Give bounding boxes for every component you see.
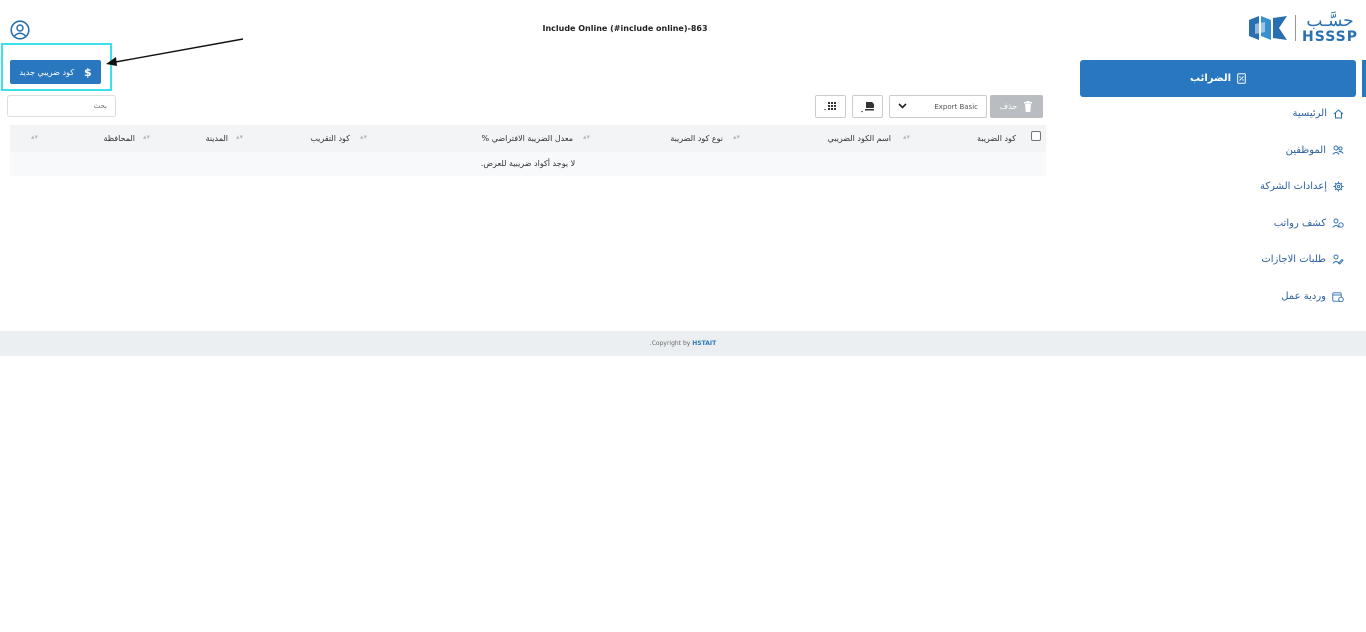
new-tax-code-label: كود ضريبي جديد: [19, 67, 75, 77]
sidebar-item-work-shift[interactable]: وردية عمل: [1281, 291, 1344, 302]
column-header-tax-code-type[interactable]: نوع كود الضريبة: [670, 134, 723, 143]
footer-brand-link[interactable]: HSTAIT: [692, 340, 716, 347]
payroll-icon: [1332, 218, 1344, 228]
column-header-tax-code[interactable]: كود الضريبة: [977, 134, 1016, 143]
footer: .Copyright by HSTAIT: [0, 331, 1366, 356]
columns-toggle-button[interactable]: [815, 95, 846, 118]
trash-icon: [1024, 101, 1033, 112]
delete-button[interactable]: حذف: [990, 95, 1043, 118]
brand-logo[interactable]: حسَّـب HSSSP: [1247, 12, 1358, 44]
sidebar-item-company-settings[interactable]: إعدادات الشركة: [1260, 181, 1344, 192]
dollar-icon: $: [84, 65, 92, 79]
empty-table-message: لا يوجد أكواد ضريبية للعرض.: [10, 152, 1046, 176]
search-input[interactable]: [7, 95, 116, 117]
annotation-arrow-icon: [106, 38, 244, 66]
new-tax-code-button[interactable]: $ كود ضريبي جديد: [10, 60, 101, 84]
column-header-default-tax-rate[interactable]: معدل الضريبة الافتراضي %: [482, 134, 573, 143]
logo-english-text: HSSSP: [1302, 28, 1358, 45]
column-header-city[interactable]: المدينة: [206, 134, 228, 143]
sidebar-item-leave-requests[interactable]: طلبات الاجازات: [1261, 254, 1344, 265]
sort-icon[interactable]: ▴▾: [360, 133, 367, 141]
logo-mark-icon: [1249, 16, 1288, 40]
active-indicator: [1362, 60, 1366, 97]
export-file-button[interactable]: [852, 95, 883, 118]
grid-icon: [823, 101, 836, 110]
column-header-rounding-code[interactable]: كود التقريب: [310, 134, 350, 143]
leave-icon: [1332, 254, 1344, 265]
table-header: كود الضريبة ▴▾ اسم الكود الضريبي ▴▾ نوع …: [10, 125, 1046, 152]
sort-icon[interactable]: ▴▾: [31, 133, 38, 141]
sort-icon[interactable]: ▴▾: [236, 133, 243, 141]
sidebar-item-label: كشف رواتب: [1273, 218, 1326, 229]
sort-icon[interactable]: ▴▾: [143, 133, 150, 141]
sidebar-item-label: الرئيسية: [1292, 108, 1327, 119]
export-select[interactable]: Export Basic: [889, 95, 987, 118]
page-header-title: Include Online (#include online)-863: [542, 24, 708, 33]
tax-codes-table: كود الضريبة ▴▾ اسم الكود الضريبي ▴▾ نوع …: [10, 125, 1046, 176]
sidebar-item-payroll[interactable]: كشف رواتب: [1274, 218, 1344, 229]
users-icon: [1332, 145, 1344, 155]
sidebar-item-label: الموظفين: [1285, 145, 1326, 156]
home-icon: [1333, 108, 1344, 118]
sidebar-item-employees[interactable]: الموظفين: [1286, 145, 1344, 156]
sort-icon[interactable]: ▴▾: [583, 133, 590, 141]
chevron-down-icon: [898, 102, 907, 111]
column-header-governorate[interactable]: المحافظة: [103, 134, 135, 143]
column-header-tax-code-name[interactable]: اسم الكود الضريبي: [828, 134, 891, 143]
sidebar-item-home[interactable]: الرئيسية: [1293, 108, 1344, 119]
footer-prefix: Copyright by: [651, 340, 691, 347]
sort-icon[interactable]: ▴▾: [903, 133, 910, 141]
shift-icon: [1332, 292, 1344, 302]
export-file-icon: [860, 101, 874, 112]
export-label: Export Basic: [934, 102, 978, 111]
delete-label: حذف: [999, 102, 1018, 111]
user-avatar-icon[interactable]: [10, 20, 30, 40]
select-all-checkbox[interactable]: [1031, 131, 1041, 141]
sidebar-item-taxes[interactable]: الضرائب: [1080, 60, 1356, 97]
sidebar-item-label: طلبات الاجازات: [1261, 254, 1326, 265]
sidebar-item-label: الضرائب: [1189, 73, 1232, 84]
sidebar-item-label: وردية عمل: [1281, 291, 1326, 302]
gear-icon: [1333, 181, 1344, 192]
sort-icon[interactable]: ▴▾: [733, 133, 740, 141]
document-icon: [1237, 73, 1246, 84]
logo-divider: [1295, 15, 1297, 41]
sidebar-item-label: إعدادات الشركة: [1260, 181, 1327, 192]
logo-arabic-text: حسَّـب: [1306, 10, 1354, 31]
